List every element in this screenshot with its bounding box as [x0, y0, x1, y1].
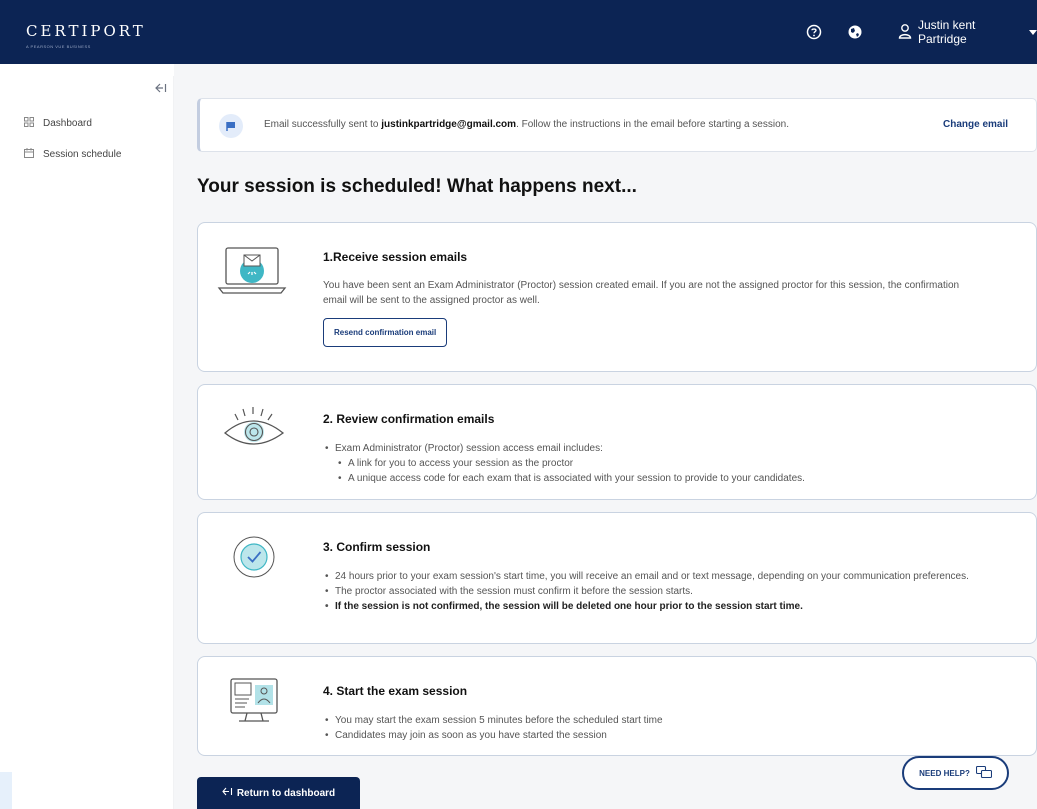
certiport-logo[interactable]: CERTIPORT A PEARSON VUE BUSINESS: [26, 22, 146, 49]
step-bullet-list: 24 hours prior to your exam session's st…: [323, 569, 1013, 614]
step-bullet-list: You may start the exam session 5 minutes…: [323, 713, 1013, 743]
list-item: You may start the exam session 5 minutes…: [323, 713, 1013, 728]
list-item: Candidates may join as soon as you have …: [323, 728, 1013, 743]
list-item: A unique access code for each exam that …: [323, 471, 1013, 486]
step-text-line: email will be sent to the assigned proct…: [323, 295, 540, 306]
sidebar-item-label: Dashboard: [43, 117, 92, 129]
step-bullet-list: Exam Administrator (Proctor) session acc…: [323, 441, 1013, 486]
step-card-confirm-session: 3. Confirm session 24 hours prior to you…: [197, 512, 1037, 644]
email-sent-alert: Email successfully sent to justinkpartri…: [197, 98, 1037, 152]
check-circle-icon: [217, 529, 292, 589]
eye-icon: [217, 399, 292, 459]
alert-email: justinkpartridge@gmail.com: [381, 119, 517, 130]
change-email-link[interactable]: Change email: [943, 119, 1008, 130]
page-edge-decoration: [0, 772, 12, 809]
help-circle-icon[interactable]: [805, 23, 823, 41]
chevron-down-icon: [1029, 29, 1037, 35]
sidebar-item-session-schedule[interactable]: Session schedule: [24, 145, 121, 163]
return-to-dashboard-label: Return to dashboard: [236, 787, 336, 799]
sidebar: [8, 76, 174, 809]
need-help-button[interactable]: NEED HELP?: [902, 756, 1009, 790]
step-title: 3. Confirm session: [323, 540, 431, 554]
flag-icon: [219, 114, 243, 138]
sidebar-item-label: Session schedule: [43, 148, 122, 160]
monitor-session-icon: [217, 673, 292, 733]
return-to-dashboard-button[interactable]: Return to dashboard: [197, 777, 360, 809]
page-title: Your session is scheduled! What happens …: [197, 176, 637, 197]
list-item: A link for you to access your session as…: [323, 456, 1013, 471]
step-body: You have been sent an Exam Administrator…: [323, 278, 1013, 347]
list-item: 24 hours prior to your exam session's st…: [323, 569, 1013, 584]
step-text-line: You have been sent an Exam Administrator…: [323, 280, 960, 291]
step-card-receive-emails: 1.Receive session emails You have been s…: [197, 222, 1037, 372]
list-item: Exam Administrator (Proctor) session acc…: [323, 441, 1013, 456]
top-navigation-bar: CERTIPORT A PEARSON VUE BUSINESS Justin …: [0, 0, 1037, 64]
sidebar-item-dashboard[interactable]: Dashboard: [24, 114, 92, 132]
step-card-start-session: 4. Start the exam session You may start …: [197, 656, 1037, 756]
resend-confirmation-button[interactable]: Resend confirmation email: [323, 318, 448, 347]
step-title: 2. Review confirmation emails: [323, 412, 495, 426]
brand-subtitle: A PEARSON VUE BUSINESS: [26, 44, 91, 49]
chat-bubbles-icon: [975, 765, 992, 781]
brand-name: CERTIPORT: [26, 22, 146, 40]
calendar-icon: [24, 147, 34, 161]
user-menu[interactable]: Justin kent Partridge: [898, 18, 1037, 46]
dashboard-grid-icon: [24, 116, 34, 130]
return-arrow-icon: [222, 787, 233, 799]
step-title: 1.Receive session emails: [323, 250, 468, 264]
globe-icon[interactable]: [846, 23, 864, 41]
alert-message: Email successfully sent to justinkpartri…: [264, 119, 789, 130]
step-card-review-emails: 2. Review confirmation emails Exam Admin…: [197, 384, 1037, 500]
alert-suffix: . Follow the instructions in the email b…: [516, 119, 789, 130]
need-help-label: NEED HELP?: [919, 768, 970, 778]
user-icon: [898, 23, 912, 42]
list-item: If the session is not confirmed, the ses…: [323, 599, 1013, 614]
collapse-arrow-icon[interactable]: [155, 83, 167, 96]
list-item: The proctor associated with the session …: [323, 584, 1013, 599]
step-title: 4. Start the exam session: [323, 684, 468, 698]
alert-prefix: Email successfully sent to: [264, 119, 379, 130]
laptop-email-icon: [217, 241, 292, 301]
user-name: Justin kent Partridge: [918, 18, 976, 46]
